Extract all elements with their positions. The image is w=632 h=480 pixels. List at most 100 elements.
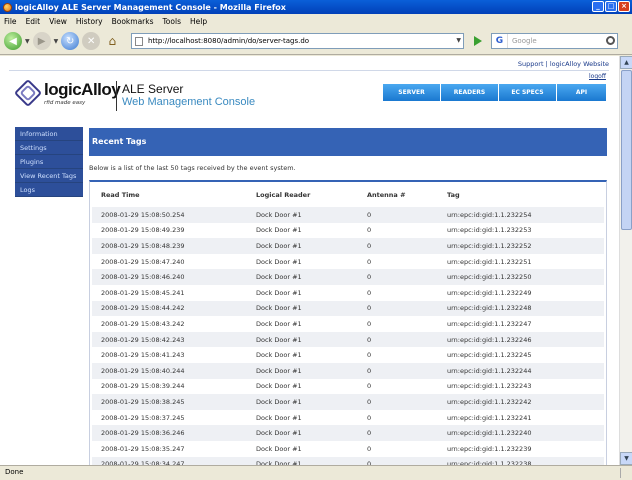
cell-logical-reader: Dock Door #1 <box>247 238 358 254</box>
search-box[interactable]: G Google <box>491 33 618 49</box>
table-row: 2008-01-29 15:08:46.240 Dock Door #1 0 urn:… <box>92 269 604 285</box>
resize-grip-icon[interactable] <box>620 468 630 478</box>
cell-read-time: 2008-01-29 15:08:35.247 <box>92 440 247 457</box>
cell-tag: urn:epc:id:gid:1.1.232253 <box>438 222 604 239</box>
url-dropdown-icon[interactable]: ▼ <box>456 37 461 44</box>
sidebar-item-logs[interactable]: Logs <box>15 183 83 197</box>
search-engine-icon[interactable]: G <box>492 34 508 48</box>
table-row: 2008-01-29 15:08:45.241 Dock Door #1 0 urn:… <box>92 284 604 301</box>
go-button[interactable] <box>469 33 487 49</box>
cell-logical-reader: Dock Door #1 <box>247 207 358 223</box>
back-history-dropdown-icon[interactable]: ▼ <box>25 38 30 45</box>
cell-logical-reader: Dock Door #1 <box>247 284 358 301</box>
main-nav-tabs: SERVER READERS EC SPECS API <box>383 84 606 101</box>
table-row: 2008-01-29 15:08:43.242 Dock Door #1 0 urn:… <box>92 316 604 332</box>
menu-tools[interactable]: Tools <box>163 17 181 26</box>
vertical-scrollbar[interactable]: ▲ ▼ <box>619 56 632 465</box>
web-page: Support | logicAlloy Website logicAlloy … <box>9 56 609 465</box>
menu-bookmarks[interactable]: Bookmarks <box>112 17 154 26</box>
search-icon[interactable] <box>606 36 615 45</box>
header-divider <box>116 81 117 111</box>
close-button[interactable]: × <box>618 1 630 12</box>
cell-antenna: 0 <box>358 347 438 363</box>
sidebar-item-plugins[interactable]: Plugins <box>15 155 83 169</box>
cell-tag: urn:epc:id:gid:1.1.232242 <box>438 394 604 410</box>
recent-tags-table: Read Time Logical Reader Antenna # Tag 2… <box>92 182 604 465</box>
browser-viewport: Support | logicAlloy Website logicAlloy … <box>0 56 619 465</box>
reload-button[interactable]: ↻ <box>61 32 80 50</box>
forward-history-dropdown-icon[interactable]: ▼ <box>54 38 59 45</box>
reload-icon: ↻ <box>66 35 75 47</box>
cell-antenna: 0 <box>358 284 438 301</box>
forward-button[interactable]: ▶ <box>32 32 51 50</box>
tab-readers[interactable]: READERS <box>441 84 498 101</box>
table-row: 2008-01-29 15:08:49.239 Dock Door #1 0 urn:… <box>92 222 604 239</box>
col-header-logical-reader: Logical Reader <box>256 190 311 199</box>
cell-read-time: 2008-01-29 15:08:50.254 <box>92 207 247 223</box>
scroll-up-icon[interactable]: ▲ <box>620 56 632 69</box>
menu-history[interactable]: History <box>76 17 103 26</box>
tab-ec-specs[interactable]: EC SPECS <box>499 84 556 101</box>
cell-logical-reader: Dock Door #1 <box>247 362 358 379</box>
stop-button[interactable]: ✕ <box>82 32 101 50</box>
table-row: 2008-01-29 15:08:47.240 Dock Door #1 0 urn:… <box>92 253 604 270</box>
cell-read-time: 2008-01-29 15:08:34.247 <box>92 456 247 465</box>
cell-read-time: 2008-01-29 15:08:42.243 <box>92 331 247 348</box>
cell-tag: urn:epc:id:gid:1.1.232247 <box>438 316 604 332</box>
product-subtitle: Web Management Console <box>122 96 256 108</box>
product-title: ALE Server Web Management Console <box>122 82 255 108</box>
cell-tag: urn:epc:id:gid:1.1.232249 <box>438 284 604 301</box>
cell-tag: urn:epc:id:gid:1.1.232250 <box>438 269 604 285</box>
sidebar-item-information[interactable]: Information <box>15 127 83 141</box>
menu-edit[interactable]: Edit <box>26 17 41 26</box>
menu-help[interactable]: Help <box>190 17 207 26</box>
url-bar[interactable]: http://localhost:8080/admin/do/server-ta… <box>131 33 464 49</box>
cell-logical-reader: Dock Door #1 <box>247 269 358 285</box>
maximize-button[interactable]: □ <box>605 1 617 12</box>
home-button[interactable]: ⌂ <box>103 32 121 50</box>
cell-antenna: 0 <box>358 425 438 441</box>
logicalloy-logo[interactable]: logicAlloy rfid made easy <box>13 78 121 108</box>
cell-tag: urn:epc:id:gid:1.1.232248 <box>438 300 604 317</box>
tab-api[interactable]: API <box>557 84 606 101</box>
cell-tag: urn:epc:id:gid:1.1.232239 <box>438 440 604 457</box>
tab-server[interactable]: SERVER <box>383 84 440 101</box>
cell-antenna: 0 <box>358 456 438 465</box>
recent-tags-table-wrapper: Read Time Logical Reader Antenna # Tag 2… <box>89 180 607 465</box>
sidebar-item-view-recent-tags[interactable]: View Recent Tags <box>15 169 83 183</box>
home-icon: ⌂ <box>108 34 117 48</box>
window-controls: _ □ × <box>592 1 630 12</box>
scroll-down-icon[interactable]: ▼ <box>620 452 632 465</box>
scrollbar-thumb[interactable] <box>621 70 632 230</box>
cell-logical-reader: Dock Door #1 <box>247 253 358 270</box>
cell-antenna: 0 <box>358 316 438 332</box>
cell-antenna: 0 <box>358 394 438 410</box>
cell-read-time: 2008-01-29 15:08:41.243 <box>92 347 247 363</box>
menu-bar: File Edit View History Bookmarks Tools H… <box>0 14 632 28</box>
cell-logical-reader: Dock Door #1 <box>247 425 358 441</box>
cell-tag: urn:epc:id:gid:1.1.232238 <box>438 456 604 465</box>
logo-tagline: rfid made easy <box>44 100 86 106</box>
minimize-button[interactable]: _ <box>592 1 604 12</box>
window-title: logicAlloy ALE Server Management Console… <box>15 2 286 12</box>
sidebar-item-settings[interactable]: Settings <box>15 141 83 155</box>
cell-logical-reader: Dock Door #1 <box>247 409 358 426</box>
window-title-bar: logicAlloy ALE Server Management Console… <box>0 0 632 14</box>
cell-tag: urn:epc:id:gid:1.1.232240 <box>438 425 604 441</box>
cell-antenna: 0 <box>358 331 438 348</box>
cell-antenna: 0 <box>358 362 438 379</box>
table-row: 2008-01-29 15:08:37.245 Dock Door #1 0 urn:… <box>92 409 604 426</box>
menu-view[interactable]: View <box>49 17 67 26</box>
table-header-row: Read Time Logical Reader Antenna # Tag <box>92 182 604 207</box>
cell-read-time: 2008-01-29 15:08:47.240 <box>92 253 247 270</box>
menu-file[interactable]: File <box>4 17 17 26</box>
logo-name: logicAlloy <box>44 80 121 99</box>
table-row: 2008-01-29 15:08:42.243 Dock Door #1 0 urn:… <box>92 331 604 348</box>
back-button[interactable]: ◀ <box>4 32 22 50</box>
logoff-link[interactable]: logoff <box>589 73 606 80</box>
top-links[interactable]: Support | logicAlloy Website <box>518 60 609 68</box>
stop-icon: ✕ <box>87 35 96 47</box>
cell-tag: urn:epc:id:gid:1.1.232243 <box>438 378 604 395</box>
page-icon <box>135 36 143 46</box>
table-row: 2008-01-29 15:08:38.245 Dock Door #1 0 urn:… <box>92 394 604 410</box>
